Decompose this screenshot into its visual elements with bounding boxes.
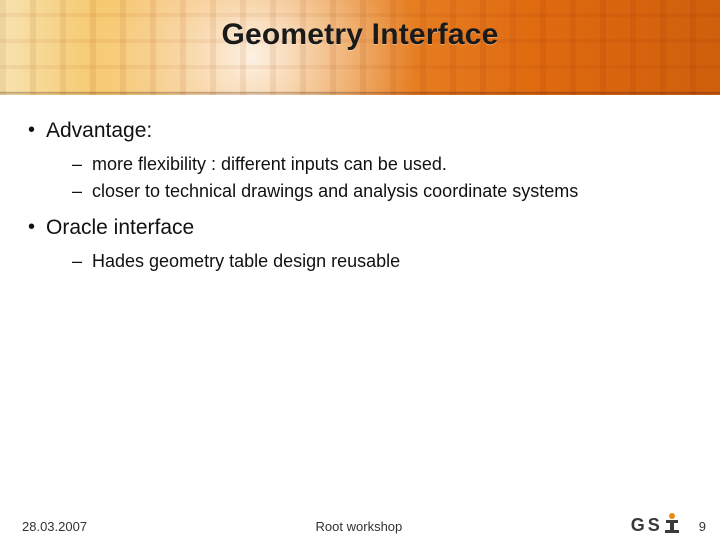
slide-title: Geometry Interface: [0, 18, 720, 52]
sub-bullet-text: closer to technical drawings and analysi…: [92, 181, 578, 201]
sub-bullet: Hades geometry table design reusable: [46, 248, 700, 276]
bullet-label: Oracle interface: [46, 216, 194, 239]
title-banner: Geometry Interface: [0, 0, 720, 95]
sub-bullet: more flexibility : different inputs can …: [46, 151, 700, 179]
bullet-label: Advantage:: [46, 119, 152, 142]
footer: 28.03.2007 Root workshop G S 9: [0, 506, 720, 540]
bullet-advantage: Advantage: more flexibility : different …: [22, 115, 700, 206]
logo-i-serif-bottom: [665, 530, 679, 533]
sub-bullet-text: more flexibility : different inputs can …: [92, 154, 447, 174]
sub-bullet-text: Hades geometry table design reusable: [92, 251, 400, 271]
sub-bullet: closer to technical drawings and analysi…: [46, 178, 700, 206]
content-area: Advantage: more flexibility : different …: [22, 115, 700, 282]
bullet-list: Advantage: more flexibility : different …: [22, 115, 700, 276]
footer-date: 28.03.2007: [22, 519, 87, 534]
page-number: 9: [699, 519, 706, 534]
sub-bullet-list: Hades geometry table design reusable: [46, 248, 700, 276]
sub-bullet-list: more flexibility : different inputs can …: [46, 151, 700, 207]
footer-center: Root workshop: [87, 519, 631, 534]
logo-letter-g: G: [631, 515, 646, 536]
footer-right: G S 9: [631, 512, 706, 534]
gsi-logo: G S: [631, 514, 681, 536]
slide: Geometry Interface Advantage: more flexi…: [0, 0, 720, 540]
logo-letter-s: S: [648, 515, 661, 536]
logo-i-dot-icon: [669, 513, 675, 519]
logo-letter-i: [663, 514, 681, 536]
bullet-oracle-interface: Oracle interface Hades geometry table de…: [22, 212, 700, 275]
